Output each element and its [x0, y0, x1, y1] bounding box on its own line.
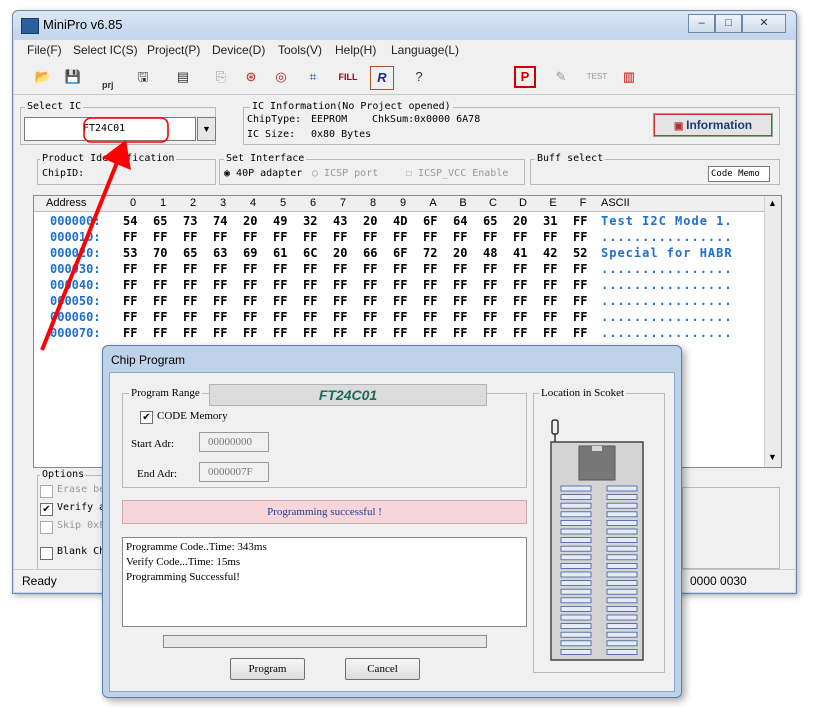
code-memory-checkbox[interactable]: ✔ [140, 411, 153, 424]
start-adr-field[interactable]: 00000000 [199, 432, 269, 452]
socket-pin [560, 597, 592, 604]
end-adr-label: End Adr: [137, 468, 178, 480]
socket-pin [606, 502, 638, 509]
code-memory-label: CODE Memory [157, 410, 228, 422]
socket-pin [606, 623, 638, 630]
socket-pin [606, 605, 638, 612]
socket-pin [606, 528, 638, 535]
status-message: Programming successful ! [122, 500, 527, 524]
socket-pin [606, 571, 638, 578]
end-adr-field[interactable]: 0000007F [199, 462, 269, 482]
socket-pin [560, 511, 592, 518]
socket-diagram [550, 419, 644, 661]
chip-name-banner: FT24C01 [209, 384, 487, 406]
socket-pin [560, 648, 592, 655]
socket-pin [606, 511, 638, 518]
program-button[interactable]: Program [230, 658, 305, 680]
socket-pin [606, 614, 638, 621]
log-line: Programme Code..Time: 343ms [126, 541, 267, 553]
red-arrow-line [40, 159, 120, 351]
progress-bar [163, 635, 487, 648]
socket-pin [606, 562, 638, 569]
program-range-title: Program Range [129, 387, 202, 399]
socket-pin [606, 554, 638, 561]
socket-pin [606, 485, 638, 492]
socket-pin [560, 640, 592, 647]
socket-pin [560, 520, 592, 526]
chip-program-dialog: Chip Program Program Range FT24C01 ✔ COD… [102, 345, 682, 698]
highlight-ellipse [83, 117, 169, 143]
socket-pin [560, 545, 592, 552]
socket-pin [606, 580, 638, 587]
socket-pin [560, 554, 592, 561]
socket-pin [560, 605, 592, 612]
socket-pin [560, 588, 592, 595]
socket-pin [560, 580, 592, 587]
dialog-title: Chip Program [111, 353, 186, 367]
location-group: Location in Scoket [533, 387, 665, 673]
log-line: Programming Successful! [126, 571, 240, 583]
socket-pin [560, 623, 592, 630]
socket-pin [560, 631, 592, 638]
socket-pin [606, 597, 638, 604]
socket-pin [606, 631, 638, 638]
socket-pin [606, 648, 638, 655]
socket-pin [560, 485, 592, 492]
program-range-group: Program Range FT24C01 ✔ CODE Memory Star… [122, 384, 527, 488]
socket-pin [560, 494, 592, 500]
socket-pin [560, 502, 592, 509]
socket-pin [606, 588, 638, 595]
socket-pin [560, 614, 592, 621]
socket-pin [606, 640, 638, 647]
dialog-body: Program Range FT24C01 ✔ CODE Memory Star… [109, 372, 675, 692]
socket-pin [560, 571, 592, 578]
socket-pin [560, 528, 592, 535]
socket-pin [560, 562, 592, 569]
log-line: Verify Code...Time: 15ms [126, 556, 241, 568]
log-box[interactable]: Programme Code..Time: 343ms Verify Code.… [122, 537, 527, 627]
socket-pin [606, 494, 638, 500]
socket-pin [606, 520, 638, 526]
socket-pin [560, 537, 592, 544]
cancel-button[interactable]: Cancel [345, 658, 420, 680]
socket-pin [606, 537, 638, 544]
socket-pin [606, 545, 638, 552]
start-adr-label: Start Adr: [131, 438, 175, 450]
